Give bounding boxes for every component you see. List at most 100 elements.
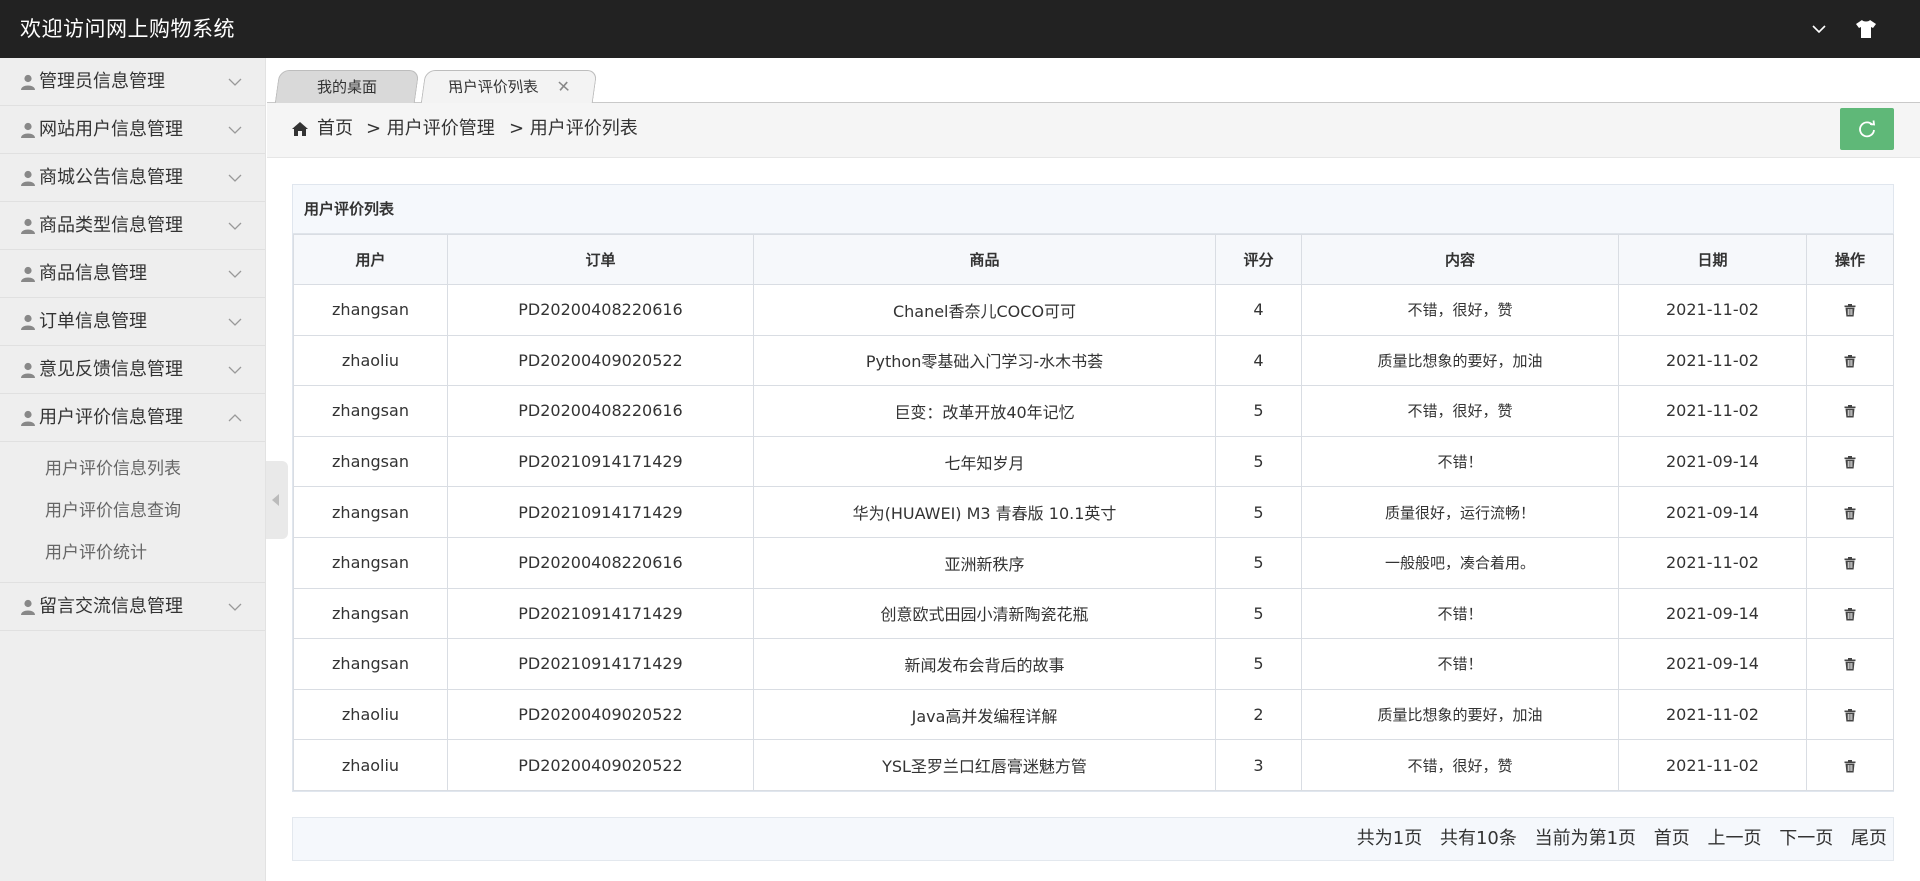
- cell-action: [1806, 587, 1894, 640]
- sidebar-subitem-review-stats[interactable]: 用户评价统计: [0, 532, 265, 574]
- sidebar-item-site-user-info[interactable]: 网站用户信息管理: [0, 106, 265, 154]
- trash-icon[interactable]: [1844, 354, 1856, 368]
- cell-product: 亚洲新秩序: [753, 536, 1216, 589]
- cell-order: PD20210914171429: [447, 638, 754, 690]
- cell-content: 质量很好，运行流畅！: [1301, 486, 1619, 538]
- shirt-icon[interactable]: [1855, 19, 1877, 39]
- sidebar-item-review-info[interactable]: 用户评价信息管理: [0, 394, 265, 442]
- cell-product: 创意欧式田园小清新陶瓷花瓶: [753, 587, 1216, 640]
- chevron-down-icon: [228, 270, 242, 278]
- cell-date: 2021-11-02: [1618, 688, 1807, 741]
- cell-user: zhaoliu: [293, 334, 448, 387]
- home-icon: [292, 122, 308, 136]
- sidebar-subitem-review-query[interactable]: 用户评价信息查询: [0, 490, 265, 532]
- sidebar-item-admin-info[interactable]: 管理员信息管理: [0, 58, 265, 106]
- sidebar-item-feedback-info[interactable]: 意见反馈信息管理: [0, 346, 265, 394]
- cell-user: zhangsan: [293, 587, 448, 640]
- trash-icon[interactable]: [1844, 405, 1856, 418]
- pager-next-link[interactable]: 下一页: [1779, 828, 1833, 849]
- tab-review-list[interactable]: 用户评价列表 ✕: [420, 70, 598, 104]
- column-header-score: 评分: [1215, 234, 1302, 285]
- cell-user: zhaoliu: [293, 688, 448, 741]
- sidebar-item-category-info[interactable]: 商品类型信息管理: [0, 202, 265, 250]
- cell-user: zhaoliu: [293, 739, 448, 791]
- chevron-down-icon: [228, 78, 242, 86]
- trash-icon[interactable]: [1844, 658, 1856, 671]
- cell-date: 2021-11-02: [1618, 284, 1807, 336]
- cell-order: PD20200408220616: [447, 536, 754, 589]
- trash-icon[interactable]: [1844, 456, 1856, 469]
- pager-total-records: 共有10条: [1439, 828, 1517, 849]
- pager-last-link[interactable]: 尾页: [1851, 828, 1887, 849]
- breadcrumb-home[interactable]: 首页: [317, 103, 353, 155]
- cell-content: 不错！: [1301, 435, 1619, 488]
- table-row: zhangsan PD20200408220616 Chanel香奈儿COCO可可 4…: [293, 284, 1894, 336]
- cell-date: 2021-11-02: [1618, 385, 1807, 437]
- pager-first-link[interactable]: 首页: [1654, 828, 1690, 849]
- cell-score: 5: [1215, 486, 1302, 538]
- cell-content: 质量比想象的要好，加油: [1301, 334, 1619, 387]
- cell-content: 一般般吧，凑合着用。: [1301, 536, 1619, 589]
- review-table: 用户 订单 商品 评分 内容 日期 操作 zhangsan PD202004082…: [293, 234, 1894, 791]
- column-header-order: 订单: [447, 234, 754, 285]
- sidebar-collapse-handle[interactable]: [266, 461, 288, 539]
- cell-product: Python零基础入门学习-水木书荟: [753, 334, 1216, 387]
- review-list-panel: 用户评价列表 用户 订单 商品 评分 内容 日期 操作 zhangsan PD20…: [292, 184, 1894, 792]
- cell-content: 不错，很好，赞: [1301, 284, 1619, 336]
- cell-product: Chanel香奈儿COCO可可: [753, 284, 1216, 336]
- table-row: zhaoliu PD20200409020522 YSL圣罗兰口红唇膏迷魅方管 3 不错…: [293, 739, 1894, 791]
- user-icon: [21, 599, 35, 615]
- cell-action: [1806, 739, 1894, 791]
- cell-order: PD20200409020522: [447, 739, 754, 791]
- breadcrumb-review-list: > 用户评价列表: [509, 118, 638, 139]
- cell-date: 2021-11-02: [1618, 536, 1807, 589]
- breadcrumb: 首页 > 用户评价管理 > 用户评价列表: [267, 103, 1920, 158]
- cell-date: 2021-09-14: [1618, 435, 1807, 488]
- refresh-button[interactable]: [1840, 108, 1894, 150]
- trash-icon[interactable]: [1844, 759, 1856, 773]
- sidebar-item-product-info[interactable]: 商品信息管理: [0, 250, 265, 298]
- sidebar-item-order-info[interactable]: 订单信息管理: [0, 298, 265, 346]
- cell-content: 不错，很好，赞: [1301, 739, 1619, 791]
- cell-user: zhangsan: [293, 536, 448, 589]
- sidebar-item-label: 订单信息管理: [39, 311, 147, 332]
- top-header: 欢迎访问网上购物系统: [0, 0, 1920, 58]
- app-title: 欢迎访问网上购物系统: [20, 17, 235, 41]
- cell-product: 华为(HUAWEI) M3 青春版 10.1英寸: [753, 486, 1216, 538]
- cell-score: 4: [1215, 334, 1302, 387]
- chevron-down-icon: [228, 603, 242, 611]
- chevron-down-icon: [228, 126, 242, 134]
- sidebar-item-label: 商城公告信息管理: [39, 167, 183, 188]
- trash-icon[interactable]: [1844, 607, 1856, 621]
- cell-user: zhangsan: [293, 435, 448, 488]
- close-icon[interactable]: ✕: [554, 71, 572, 103]
- table-row: zhangsan PD20210914171429 新闻发布会背后的故事 5 不错！ 20…: [293, 638, 1894, 690]
- trash-icon[interactable]: [1844, 304, 1856, 317]
- sidebar-item-notice-info[interactable]: 商城公告信息管理: [0, 154, 265, 202]
- sidebar-item-message-info[interactable]: 留言交流信息管理: [0, 583, 265, 631]
- trash-icon[interactable]: [1844, 709, 1856, 722]
- cell-date: 2021-11-02: [1618, 334, 1807, 387]
- column-header-action: 操作: [1806, 234, 1894, 285]
- cell-action: [1806, 435, 1894, 488]
- cell-order: PD20200409020522: [447, 688, 754, 741]
- chevron-down-icon[interactable]: [1810, 20, 1828, 38]
- tab-label: 用户评价列表: [446, 78, 540, 96]
- user-icon: [21, 314, 35, 330]
- column-header-user: 用户: [293, 234, 448, 285]
- cell-score: 4: [1215, 284, 1302, 336]
- pager-prev-link[interactable]: 上一页: [1708, 828, 1762, 849]
- column-header-content: 内容: [1301, 234, 1619, 285]
- trash-icon[interactable]: [1844, 506, 1856, 520]
- column-header-date: 日期: [1618, 234, 1807, 285]
- breadcrumb-review-management[interactable]: > 用户评价管理: [366, 103, 495, 155]
- tab-desktop[interactable]: 我的桌面: [274, 70, 420, 104]
- user-icon: [21, 266, 35, 282]
- cell-score: 5: [1215, 536, 1302, 589]
- trash-icon[interactable]: [1844, 557, 1856, 570]
- sidebar-subitem-review-list[interactable]: 用户评价信息列表: [0, 448, 265, 490]
- cell-date: 2021-09-14: [1618, 486, 1807, 538]
- pager-current-page: 当前为第1页: [1534, 828, 1637, 849]
- cell-action: [1806, 536, 1894, 589]
- chevron-down-icon: [228, 366, 242, 374]
